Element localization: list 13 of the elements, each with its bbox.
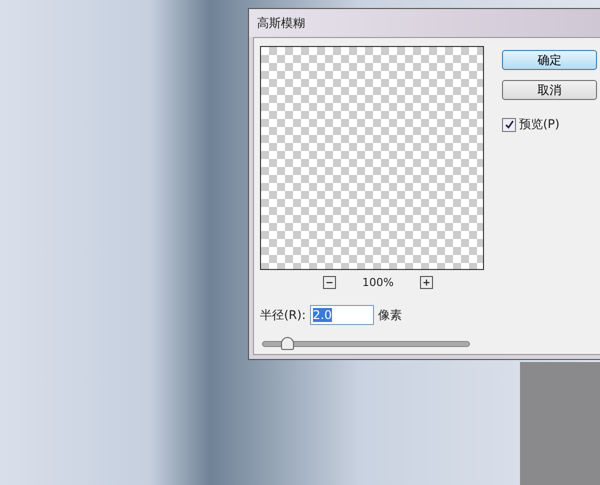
plus-icon (422, 278, 431, 287)
dialog-button[interactable]: 取消 (502, 80, 597, 100)
radius-field[interactable]: 2.0 (310, 305, 374, 325)
radius-label: 半径(R): (260, 306, 306, 324)
window-title: 高斯模糊 (257, 14, 305, 32)
zoom-out-button[interactable] (323, 276, 336, 289)
slider-thumb[interactable] (280, 337, 294, 350)
dialog-button[interactable]: 确定 (502, 50, 597, 70)
zoom-level: 100% (362, 276, 394, 289)
preview-label[interactable]: 预览(P) (519, 116, 560, 133)
zoom-in-button[interactable] (420, 276, 433, 289)
preview-checkbox[interactable] (502, 118, 516, 132)
unit-label: 像素 (378, 306, 402, 324)
